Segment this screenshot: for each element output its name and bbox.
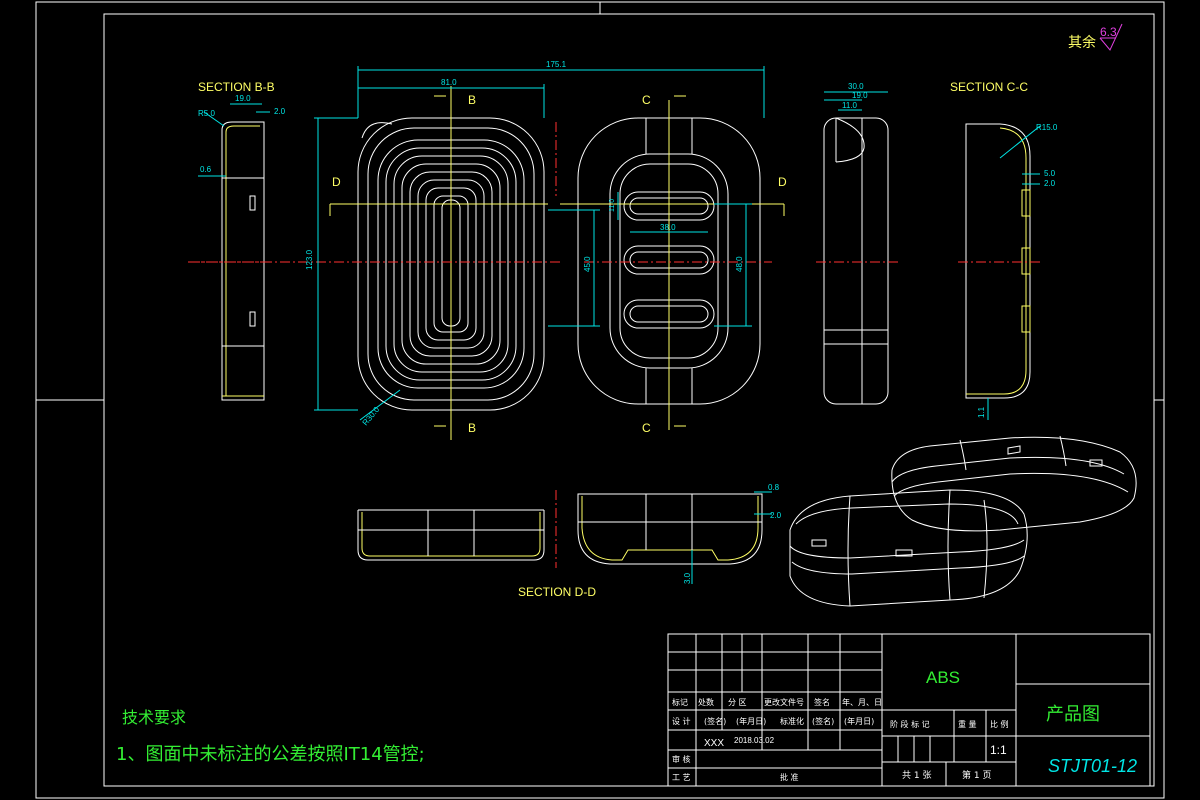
section-bb-view: SECTION B-B 19.0 2.0 R5.0 0.6 (188, 80, 286, 401)
dim-bb-radius: R5.0 (198, 109, 215, 118)
tech-req-title: 技术要求 (122, 708, 186, 727)
header-design: 设 计 (672, 716, 691, 726)
surface-roughness-symbol: 其余 6.3 (1068, 23, 1123, 51)
header-approve: 批 准 (780, 772, 799, 782)
header-sign-3: (签名) (812, 716, 834, 726)
cad-drawing: 其余 6.3 SECTION B-B 19.0 2.0 R5.0 0.6 D B… (35, 1, 1165, 799)
header-sign-2: (签名) (704, 716, 726, 726)
designer-name: XXX (704, 738, 724, 749)
header-ratio: 比 例 (990, 719, 1009, 729)
scale-value: 1:1 (990, 743, 1007, 757)
cut-b-top: B (468, 93, 476, 107)
drawing-number: STJT01-12 (1048, 756, 1137, 776)
header-ymd: 年、月、日 (842, 697, 882, 707)
header-zone: 分 区 (728, 698, 747, 707)
dim-left-width: 81.0 (441, 78, 457, 87)
isometric-view (789, 435, 1137, 607)
header-review: 审 核 (672, 754, 691, 764)
roughness-label: 其余 (1068, 34, 1096, 51)
side-view: 30.0 19.0 11.0 (816, 82, 900, 405)
dim-cc-radius: R15.0 (1036, 123, 1058, 132)
section-dd-view: SECTION D-D 0.8 2.0 3.0 (357, 483, 782, 599)
dim-radius-big: R30.0 (361, 405, 382, 428)
header-stage-mark: 阶 段 标 记 (890, 719, 930, 729)
dim-side-b: 11.0 (842, 101, 858, 110)
header-sign: 签名 (814, 697, 830, 707)
dim-cc-c: 1.1 (977, 406, 986, 418)
header-weight: 重 量 (958, 719, 977, 729)
roughness-value: 6.3 (1100, 25, 1117, 39)
cut-d-left: D (332, 175, 341, 189)
sheet-number: 第 1 页 (962, 769, 991, 781)
sheets-total: 共 1 张 (902, 770, 931, 781)
dim-slot-pitch-right: 48.0 (735, 256, 744, 272)
tech-req-item-1: 1、图面中未标注的公差按照IT14管控; (116, 744, 425, 765)
dim-overall-width: 175.1 (546, 60, 567, 69)
cut-d-right: D (778, 175, 787, 189)
cut-c-bottom: C (642, 421, 651, 435)
dim-cc-b: 2.0 (1044, 179, 1056, 188)
header-mark: 标记 (672, 697, 688, 707)
dim-slot-height: 11.0 (609, 199, 616, 212)
drawing-name: 产品图 (1046, 704, 1100, 725)
drawing-border (35, 1, 1165, 799)
technical-requirements: 技术要求 1、图面中未标注的公差按照IT14管控; (116, 708, 425, 765)
section-cc-view: SECTION C-C R15.0 5.0 2.0 1.1 (950, 80, 1058, 420)
section-cc-label: SECTION C-C (950, 80, 1028, 94)
dim-slot-pitch-left: 45.0 (583, 256, 592, 272)
header-count: 处数 (698, 697, 714, 707)
dim-side-width: 30.0 (848, 82, 864, 91)
cut-c-top: C (642, 93, 651, 107)
dim-side-a: 19.0 (852, 91, 868, 100)
top-view-left: D B B (190, 86, 560, 440)
header-docno: 更改文件号 (764, 697, 804, 707)
dim-dd-b: 2.0 (770, 511, 782, 520)
section-bb-label: SECTION B-B (198, 80, 275, 94)
header-process: 工 艺 (672, 773, 691, 782)
dim-bb-thickness: 2.0 (274, 107, 286, 116)
cut-b-bottom: B (468, 421, 476, 435)
dim-dd-c: 3.0 (683, 572, 692, 584)
dim-bb-width: 19.0 (235, 94, 251, 103)
header-ymd-3: (年月日) (844, 716, 874, 726)
dim-dd-a: 0.8 (768, 483, 780, 492)
dim-bb-wall: 0.6 (200, 165, 212, 174)
dim-cc-a: 5.0 (1044, 169, 1056, 178)
header-standard: 标准化 (780, 716, 804, 726)
header-ymd-2: (年月日) (736, 716, 766, 726)
material-value: ABS (926, 668, 960, 687)
dim-slot-width: 38.0 (660, 223, 676, 232)
design-date: 2018.03.02 (734, 736, 775, 745)
dim-height: 123.0 (305, 249, 314, 270)
section-dd-label: SECTION D-D (518, 585, 596, 599)
